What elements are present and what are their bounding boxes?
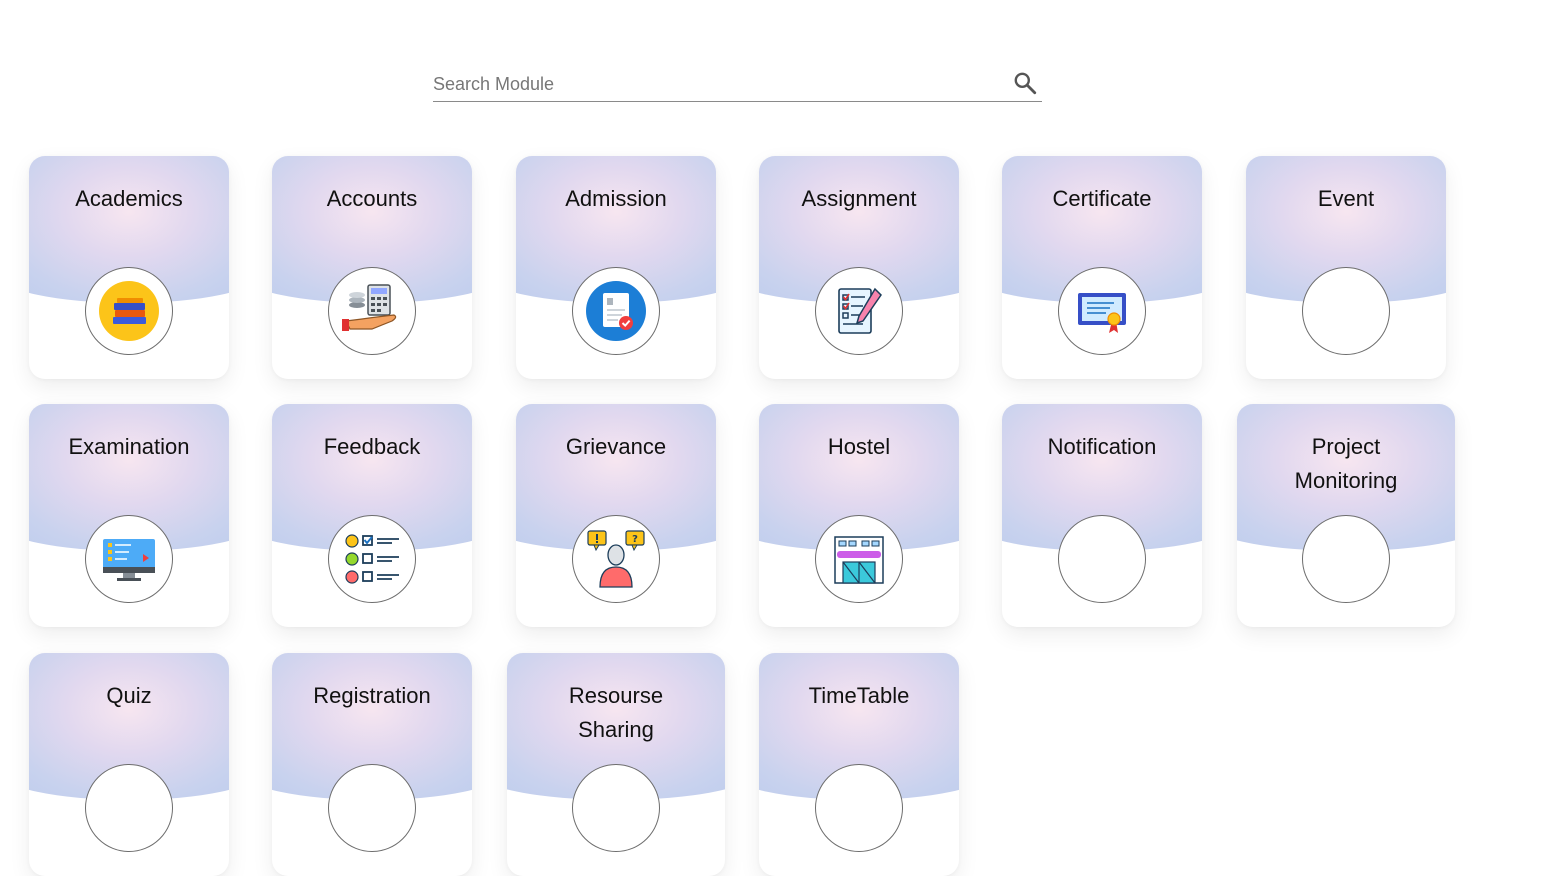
module-card-admission[interactable]: Admission	[516, 156, 716, 379]
module-title: Quiz	[106, 683, 152, 708]
module-title: Admission	[565, 186, 667, 211]
module-card-academics[interactable]: Academics	[29, 156, 229, 379]
search-icon[interactable]	[1012, 70, 1038, 96]
module-card-certificate[interactable]: Certificate	[1002, 156, 1202, 379]
module-card-grievance[interactable]: Grievance ?	[516, 404, 716, 627]
svg-text:?: ?	[632, 534, 638, 545]
module-card-assignment[interactable]: Assignment	[759, 156, 959, 379]
module-icon-badge	[85, 515, 173, 603]
module-title: Examination	[68, 434, 190, 459]
books-icon	[99, 281, 159, 341]
module-card-registration[interactable]: Registration	[272, 653, 472, 876]
module-icon-badge	[328, 764, 416, 852]
module-card-notification[interactable]: Notification	[1002, 404, 1202, 627]
module-card-resourse-sharing[interactable]: Resourse Sharing	[507, 653, 725, 876]
module-icon-badge	[1302, 267, 1390, 355]
module-icon-badge	[572, 267, 660, 355]
module-icon-badge	[1058, 515, 1146, 603]
module-title: TimeTable	[808, 683, 910, 708]
module-title: Feedback	[323, 434, 421, 459]
certificate-icon	[1078, 293, 1126, 333]
hostel-building-icon	[834, 536, 884, 584]
module-icon-badge	[328, 515, 416, 603]
module-title: Project Monitoring	[1294, 434, 1398, 493]
module-icon-badge	[328, 267, 416, 355]
module-card-project-monitoring[interactable]: Project Monitoring	[1237, 404, 1455, 627]
module-title: Resourse Sharing	[568, 683, 664, 742]
person-question-icon: ?	[587, 530, 645, 588]
module-title: Certificate	[1052, 186, 1152, 211]
module-card-feedback[interactable]: Feedback	[272, 404, 472, 627]
search-input[interactable]	[433, 68, 1003, 100]
module-icon-badge	[1058, 267, 1146, 355]
module-card-event[interactable]: Event	[1246, 156, 1446, 379]
module-icon-badge	[815, 764, 903, 852]
module-icon-badge	[1302, 515, 1390, 603]
module-card-accounts[interactable]: Accounts	[272, 156, 472, 379]
monitor-quiz-icon	[103, 539, 155, 581]
module-icon-badge	[572, 764, 660, 852]
module-title: Grievance	[565, 434, 667, 459]
search-bar	[433, 68, 1042, 102]
feedback-faces-icon	[345, 534, 399, 584]
calculator-hand-icon	[342, 284, 397, 331]
module-icon-badge	[85, 764, 173, 852]
module-card-hostel[interactable]: Hostel	[759, 404, 959, 627]
module-card-examination[interactable]: Examination	[29, 404, 229, 627]
module-icon-badge	[815, 515, 903, 603]
module-icon-badge: ?	[572, 515, 660, 603]
module-title: Event	[1317, 186, 1375, 211]
module-title: Assignment	[801, 186, 917, 211]
module-title: Registration	[313, 683, 431, 708]
checklist-pen-icon	[838, 287, 882, 334]
module-title: Academics	[75, 186, 183, 211]
module-card-quiz[interactable]: Quiz	[29, 653, 229, 876]
module-icon-badge	[815, 267, 903, 355]
module-icon-badge	[85, 267, 173, 355]
module-title: Accounts	[326, 186, 418, 211]
module-card-timetable[interactable]: TimeTable	[759, 653, 959, 876]
module-title: Hostel	[827, 434, 891, 459]
document-check-icon	[586, 281, 646, 341]
module-title: Notification	[1047, 434, 1157, 459]
